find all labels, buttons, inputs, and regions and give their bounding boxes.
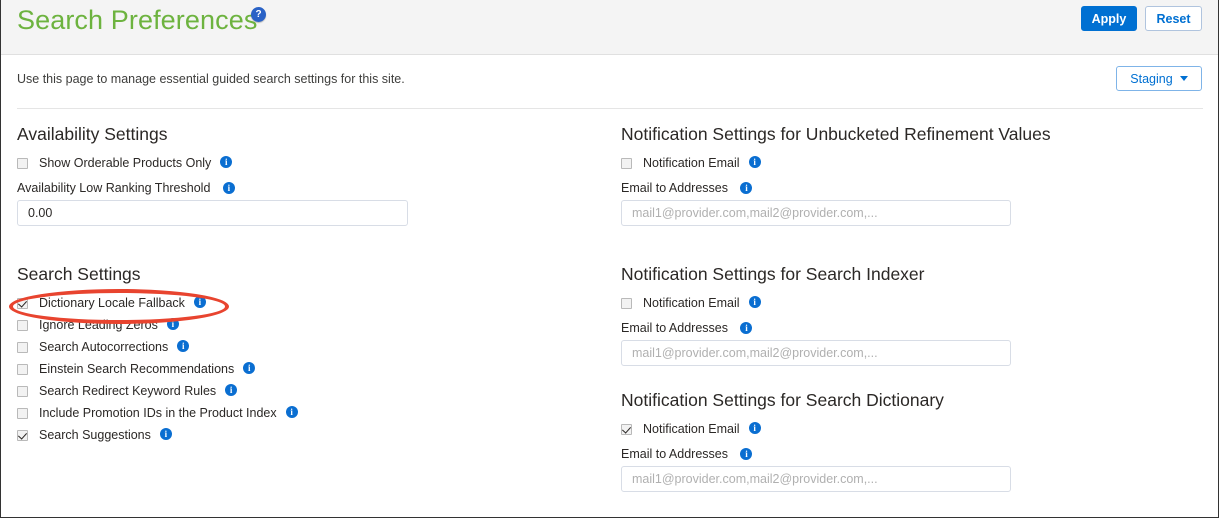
search-suggestions-row[interactable]: Search Suggestions i [17,424,577,446]
search-autocorrections-label: Search Autocorrections [39,340,169,354]
dictionary-locale-fallback-row[interactable]: Dictionary Locale Fallback i [17,292,577,314]
info-icon[interactable]: i [220,156,233,168]
search-preferences-page: Search Preferences ? Apply Reset Use thi… [0,0,1219,518]
dictionary-locale-fallback-checkbox[interactable] [17,297,28,309]
info-icon[interactable]: i [740,181,753,194]
notification-unbucketed-refinement-section: Notification Settings for Unbucketed Ref… [621,122,1181,226]
page-header: Search Preferences ? Apply Reset [1,0,1218,55]
notification-search-indexer-title: Notification Settings for Search Indexer [621,264,925,284]
email-addresses-label-row: Email to Addresses i [621,321,1181,335]
einstein-search-recommendations-row[interactable]: Einstein Search Recommendations i [17,358,577,380]
email-addresses-label: Email to Addresses [621,447,728,461]
search-suggestions-checkbox[interactable] [17,429,28,441]
email-addresses-label: Email to Addresses [621,181,728,195]
availability-threshold-label-row: Availability Low Ranking Threshold i [17,181,577,195]
environment-selector-label: Staging [1130,71,1173,86]
notification-email-row[interactable]: Notification Email i [621,152,1181,174]
email-addresses-label-row: Email to Addresses i [621,181,1181,195]
search-suggestions-label: Search Suggestions [39,428,151,442]
availability-threshold-input[interactable] [17,200,408,226]
notification-email-label: Notification Email [643,156,740,170]
show-orderable-products-only-label: Show Orderable Products Only [39,156,212,170]
search-redirect-keyword-rules-row[interactable]: Search Redirect Keyword Rules i [17,380,577,402]
info-icon[interactable]: i [177,340,190,352]
page-title: Search Preferences [17,5,258,35]
availability-settings-title: Availability Settings [17,124,168,144]
ignore-leading-zeros-label: Ignore Leading Zeros [39,318,158,332]
email-addresses-input[interactable] [621,200,1011,226]
ignore-leading-zeros-row[interactable]: Ignore Leading Zeros i [17,314,577,336]
info-icon[interactable]: i [243,362,256,374]
einstein-search-recommendations-checkbox[interactable] [17,363,28,375]
show-orderable-products-only-checkbox[interactable] [17,157,28,169]
show-orderable-products-only-row[interactable]: Show Orderable Products Only i [17,152,577,174]
search-settings-section: Search Settings Dictionary Locale Fallba… [17,262,577,446]
availability-threshold-label: Availability Low Ranking Threshold [17,181,211,195]
info-icon[interactable]: i [748,156,761,168]
search-settings-title: Search Settings [17,264,141,284]
include-promotion-ids-label: Include Promotion IDs in the Product Ind… [39,406,277,420]
info-icon[interactable]: i [740,447,753,460]
notification-email-checkbox[interactable] [621,157,632,169]
search-autocorrections-checkbox[interactable] [17,341,28,353]
email-addresses-input[interactable] [621,466,1011,492]
email-addresses-label-row: Email to Addresses i [621,447,1181,461]
notification-search-indexer-section: Notification Settings for Search Indexer… [621,262,1181,366]
include-promotion-ids-row[interactable]: Include Promotion IDs in the Product Ind… [17,402,577,424]
apply-button[interactable]: Apply [1081,6,1137,31]
info-icon[interactable]: i [748,296,761,308]
availability-settings-section: Availability Settings Show Orderable Pro… [17,122,577,226]
right-column: Notification Settings for Unbucketed Ref… [621,122,1181,492]
info-icon[interactable]: i [193,296,206,308]
info-icon[interactable]: i [225,384,238,396]
page-subheader: Use this page to manage essential guided… [1,55,1218,108]
search-autocorrections-row[interactable]: Search Autocorrections i [17,336,577,358]
notification-email-label: Notification Email [643,296,740,310]
dictionary-locale-fallback-label: Dictionary Locale Fallback [39,296,185,310]
chevron-down-icon [1179,76,1188,81]
notification-email-checkbox[interactable] [621,423,632,435]
email-addresses-input[interactable] [621,340,1011,366]
notification-email-row[interactable]: Notification Email i [621,292,1181,314]
search-redirect-keyword-rules-label: Search Redirect Keyword Rules [39,384,217,398]
reset-button[interactable]: Reset [1145,6,1202,31]
info-icon[interactable]: i [748,422,761,434]
info-icon[interactable]: i [740,321,753,334]
info-icon[interactable]: i [159,428,172,440]
help-circle-icon[interactable]: ? [251,7,266,22]
notification-email-checkbox[interactable] [621,297,632,309]
einstein-search-recommendations-label: Einstein Search Recommendations [39,362,235,376]
page-description: Use this page to manage essential guided… [17,72,405,86]
header-divider [17,108,1203,109]
search-redirect-keyword-rules-checkbox[interactable] [17,385,28,397]
ignore-leading-zeros-checkbox[interactable] [17,319,28,331]
email-addresses-label: Email to Addresses [621,321,728,335]
notification-email-label: Notification Email [643,422,740,436]
environment-selector[interactable]: Staging [1116,66,1202,91]
info-icon[interactable]: i [166,318,179,330]
include-promotion-ids-checkbox[interactable] [17,407,28,419]
info-icon[interactable]: i [222,181,235,194]
left-column: Availability Settings Show Orderable Pro… [17,122,577,446]
info-icon[interactable]: i [285,406,298,418]
notification-unbucketed-refinement-title: Notification Settings for Unbucketed Ref… [621,124,1051,144]
notification-search-dictionary-section: Notification Settings for Search Diction… [621,388,1181,492]
notification-search-dictionary-title: Notification Settings for Search Diction… [621,390,944,410]
notification-email-row[interactable]: Notification Email i [621,418,1181,440]
